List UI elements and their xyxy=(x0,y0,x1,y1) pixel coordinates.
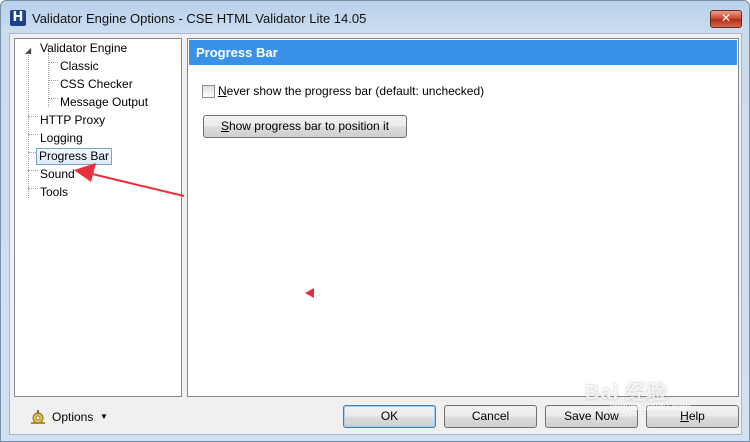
tree-item-validator-engine[interactable]: Validator Engine xyxy=(38,40,129,57)
tree-connector xyxy=(28,170,38,171)
tree-connector xyxy=(28,116,38,117)
tree-item-progress-bar[interactable]: Progress Bar xyxy=(36,148,113,165)
settings-panel: Progress Bar Never show the progress bar… xyxy=(187,38,739,397)
close-button[interactable]: ✕ xyxy=(710,10,742,28)
panel-header: Progress Bar xyxy=(189,40,737,65)
tree-connector xyxy=(28,188,38,189)
checkbox-label-text: ever show the progress bar (default: unc… xyxy=(226,84,485,98)
app-logo-icon: H xyxy=(10,10,26,26)
button-label-text: how progress bar to position it xyxy=(228,119,390,133)
tree-item-tools[interactable]: Tools xyxy=(38,184,70,201)
tree-item-message-output[interactable]: Message Output xyxy=(58,94,150,111)
dropdown-caret-icon: ▼ xyxy=(100,412,108,421)
accelerator-letter: N xyxy=(218,84,227,98)
options-gear-icon xyxy=(31,410,45,424)
never-show-progress-label[interactable]: Never show the progress bar (default: un… xyxy=(218,84,484,98)
window-title: Validator Engine Options - CSE HTML Vali… xyxy=(32,11,367,26)
tree-item-sound[interactable]: Sound xyxy=(38,166,77,183)
accelerator-letter: S xyxy=(220,119,229,133)
tree-item-http-proxy[interactable]: HTTP Proxy xyxy=(38,112,107,129)
tree-connector xyxy=(28,134,38,135)
tree-connector xyxy=(28,53,29,198)
tree-item-classic[interactable]: Classic xyxy=(58,58,101,75)
button-label-text: elp xyxy=(688,409,705,423)
tree-item-css-checker[interactable]: CSS Checker xyxy=(58,76,135,93)
options-label: Options xyxy=(52,410,94,424)
tree-connector xyxy=(48,98,58,99)
dialog-client-area: ◢ Validator Engine Classic CSS Checker M… xyxy=(9,33,742,435)
options-tree[interactable]: ◢ Validator Engine Classic CSS Checker M… xyxy=(14,38,182,397)
tree-item-logging[interactable]: Logging xyxy=(38,130,85,147)
show-progress-bar-button[interactable]: Show progress bar to position it xyxy=(203,115,407,138)
watermark-url: jingyan.baidu.com xyxy=(610,402,691,413)
tree-connector xyxy=(48,80,58,81)
watermark-logo: Bai 经验 xyxy=(585,382,668,404)
title-bar[interactable]: H Validator Engine Options - CSE HTML Va… xyxy=(1,1,749,35)
cancel-button[interactable]: Cancel xyxy=(444,405,537,428)
tree-connector xyxy=(48,62,58,63)
ok-button[interactable]: OK xyxy=(343,405,436,428)
never-show-progress-checkbox[interactable] xyxy=(202,85,215,98)
